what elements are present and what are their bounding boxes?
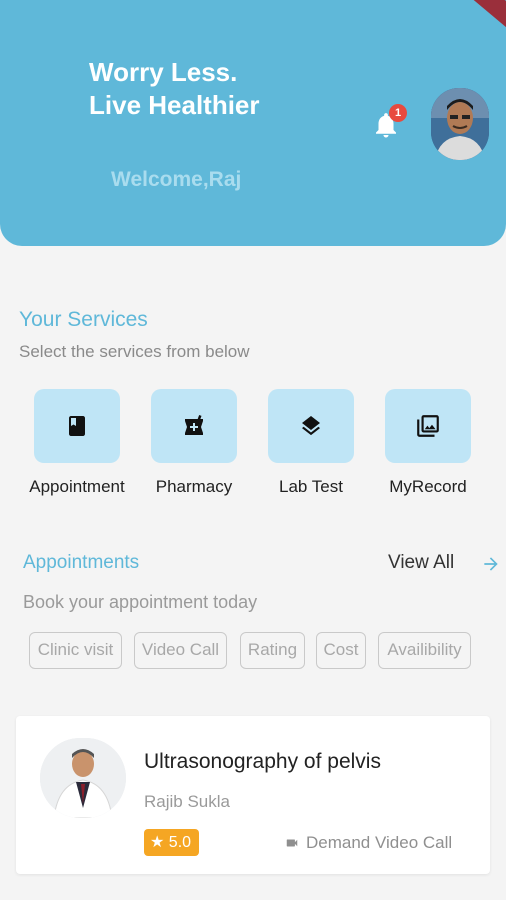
consult-mode: Demand Video Call <box>284 833 452 853</box>
debug-ribbon <box>464 0 506 31</box>
service-tile[interactable] <box>151 389 237 463</box>
services-subtitle: Select the services from below <box>19 342 250 361</box>
avatar-portrait-icon <box>431 88 489 160</box>
videocam-icon <box>286 839 298 847</box>
service-tile[interactable] <box>268 389 354 463</box>
rating-value: 5.0 <box>168 834 192 851</box>
service-label: Pharmacy <box>155 477 233 496</box>
doctor-portrait-icon <box>40 738 126 818</box>
tagline-line-2: Live Healthier <box>89 90 260 120</box>
filter-chip-clinic-visit[interactable]: Clinic visit <box>29 632 122 669</box>
service-label: MyRecord <box>389 477 467 496</box>
photo-library-icon <box>417 415 439 437</box>
rating-badge: ★ 5.0 <box>144 829 199 856</box>
filter-chip-rating[interactable]: Rating <box>240 632 305 669</box>
appointment-title: Ultrasonography of pelvis <box>144 750 381 773</box>
service-label: Appointment <box>29 477 125 496</box>
welcome-text: Welcome,Raj <box>111 168 242 191</box>
view-all-link[interactable]: View All <box>388 552 454 574</box>
profile-avatar[interactable] <box>431 88 489 160</box>
star-icon: ★ <box>150 834 165 851</box>
service-label: Lab Test <box>279 477 343 496</box>
services-title: Your Services <box>19 308 148 331</box>
layers-icon <box>302 416 320 436</box>
appointment-card[interactable]: Ultrasonography of pelvis Rajib Sukla ★ … <box>16 716 490 874</box>
service-tile[interactable] <box>34 389 120 463</box>
doctor-name: Rajib Sukla <box>144 792 230 811</box>
service-pharmacy[interactable]: Pharmacy <box>151 389 239 496</box>
notification-badge: 1 <box>389 104 407 122</box>
appointments-title: Appointments <box>23 552 140 573</box>
consult-mode-label: Demand Video Call <box>306 833 453 852</box>
service-lab-test[interactable]: Lab Test <box>268 389 356 496</box>
header-banner: Worry Less. Live Healthier Welcome,Raj 1 <box>0 0 506 246</box>
arrow-right-icon[interactable] <box>480 554 502 574</box>
filter-chip-video-call[interactable]: Video Call <box>134 632 227 669</box>
doctor-photo <box>40 738 126 818</box>
appointments-subtitle: Book your appointment today <box>23 592 258 612</box>
tagline-line-1: Worry Less. <box>89 57 238 87</box>
service-tile[interactable] <box>385 389 471 463</box>
service-appointment[interactable]: Appointment <box>29 389 125 496</box>
book-icon <box>69 416 85 436</box>
tagline: Worry Less. Live Healthier <box>89 56 260 122</box>
filter-chip-cost[interactable]: Cost <box>316 632 366 669</box>
filter-chip-availability[interactable]: Availibility <box>378 632 471 669</box>
service-myrecord[interactable]: MyRecord <box>385 389 473 496</box>
pharmacy-icon <box>185 415 203 435</box>
